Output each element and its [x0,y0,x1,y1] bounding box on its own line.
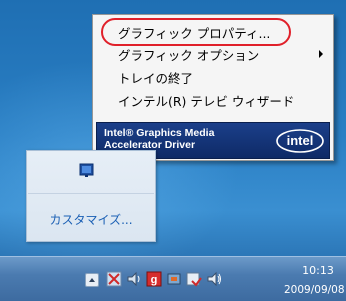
flag-icon[interactable] [186,271,202,287]
gadget-icon[interactable]: g [146,271,162,287]
show-hidden-icons-button[interactable] [85,273,99,287]
menu-item-graphics-options[interactable]: グラフィック オプション [93,42,333,66]
menu-item-tv-wizard[interactable]: インテル(R) テレビ ウィザード [93,88,333,112]
clock-date[interactable]: 2009/09/08 [284,284,346,296]
menu-item-label: グラフィック プロパティ... [118,25,271,41]
clock-time[interactable]: 10:13 [294,264,342,277]
menu-item-exit-tray[interactable]: トレイの終了 [93,65,333,89]
menu-item-label: グラフィック オプション [118,47,260,63]
flyout-divider [28,193,154,194]
device-icon[interactable] [166,271,182,287]
menu-item-label: インテル(R) テレビ ウィザード [118,93,295,109]
intel-graphics-tray-icon[interactable] [79,162,95,178]
intel-logo-text: intel [287,133,314,148]
svg-text:g: g [151,274,158,286]
taskbar: g 10:13 2009/09/08 [0,256,346,301]
menu-item-label: トレイの終了 [118,70,194,86]
customize-link[interactable]: カスタマイズ... [27,211,155,228]
intel-logo-icon: intel [276,129,324,153]
volume-icon[interactable] [126,271,142,287]
speaker-icon[interactable] [206,271,222,287]
context-menu: グラフィック プロパティ... グラフィック オプション トレイの終了 インテル… [92,14,334,161]
intel-banner-text: Intel® Graphics Media Accelerator Driver [104,127,215,151]
submenu-arrow-icon [319,50,323,58]
notification-overflow-flyout: カスタマイズ... [26,150,156,242]
menu-item-graphics-properties[interactable]: グラフィック プロパティ... [93,20,333,44]
network-icon[interactable] [106,271,122,287]
